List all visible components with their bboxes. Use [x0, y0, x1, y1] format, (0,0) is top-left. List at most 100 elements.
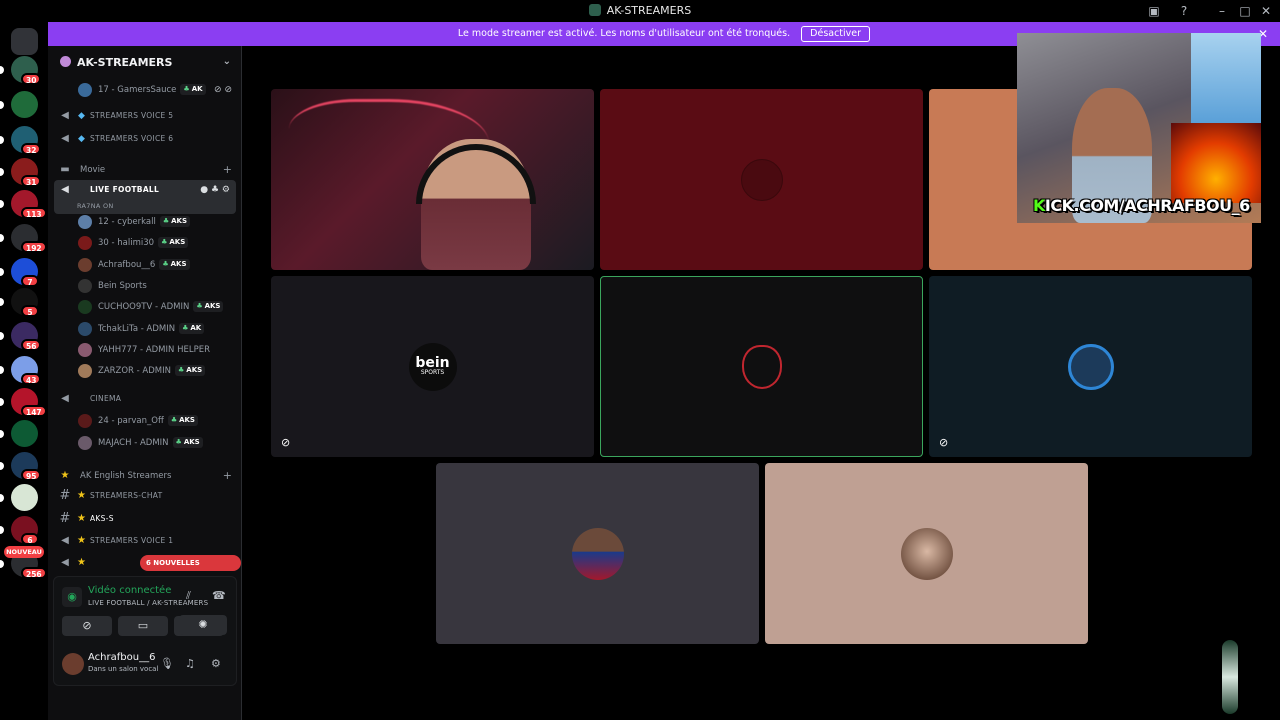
channel-streamers-voice-1[interactable]: ◀ ★ STREAMERS VOICE 1	[48, 531, 242, 551]
channel-aks-s[interactable]: # ★ AKS-S	[48, 509, 242, 529]
video-tile-bein[interactable]: bein SPORTS ⊘	[271, 276, 594, 457]
hash-icon: #	[59, 511, 71, 526]
bein-avatar: bein SPORTS	[408, 342, 457, 391]
server-tag: ♣ AKS	[175, 365, 206, 377]
headset-logo-icon	[1067, 343, 1114, 390]
avatar	[78, 215, 92, 229]
avatar	[78, 364, 92, 379]
unread-indicator	[0, 462, 4, 470]
star-icon: ★	[77, 535, 86, 546]
video-tile-headset-logo[interactable]: ⊘	[929, 276, 1252, 457]
voice-user[interactable]: MAJACH - ADMIN ♣ AKS	[48, 433, 242, 454]
avatar	[78, 414, 92, 428]
screen-share-button[interactable]: ▭	[118, 616, 168, 636]
voice-user[interactable]: ZARZOR - ADMIN ♣ AKS	[48, 361, 242, 382]
app-icon	[588, 4, 601, 16]
server-tag: ♣ AKS	[158, 237, 189, 249]
mute-status-icon: ⊘ ⊘	[214, 85, 232, 95]
unread-indicator	[0, 268, 4, 276]
leaf-icon: ♣	[161, 238, 168, 247]
settings-gear-icon[interactable]: ⚙	[211, 657, 221, 670]
voice-user[interactable]: CUCHOO9TV - ADMIN ♣ AKS	[48, 297, 242, 318]
server-tag: ♣ AKS	[159, 258, 190, 270]
star-icon: ★	[60, 470, 70, 481]
unread-indicator	[0, 560, 4, 568]
poster-decoration	[1191, 33, 1261, 123]
user-name[interactable]: Achrafbou__6	[88, 652, 155, 663]
speaker-icon: ◀	[61, 393, 69, 404]
voice-user[interactable]: 30 - halimi30 ♣ AKS	[48, 233, 242, 254]
mention-badge: 256	[21, 567, 47, 579]
category-movie[interactable]: ▬ Movie +	[48, 160, 242, 180]
inbox-icon[interactable]: ▣	[1146, 3, 1162, 19]
gem-icon: ◆	[78, 111, 85, 121]
mention-badge: 32	[21, 143, 42, 155]
noise-suppression-icon[interactable]: ⫽	[186, 589, 191, 603]
movie-icon: ▬	[60, 164, 70, 175]
devil-logo-icon	[741, 344, 782, 389]
leaf-icon: ♣	[162, 217, 170, 225]
maximize-button[interactable]: □	[1237, 3, 1253, 19]
video-tile-speaking[interactable]	[600, 276, 923, 457]
discord-home-icon[interactable]	[11, 28, 38, 55]
voice-user[interactable]: 24 - parvan_Off ♣ AKS	[48, 411, 242, 432]
kick-channel-label: KICK.COM/ACHRAFBOU_6	[1033, 196, 1250, 215]
camera-off-button[interactable]: ⊘	[62, 616, 112, 636]
user-name: 12 - cyberkall	[98, 217, 156, 227]
video-tile-avatar-football[interactable]	[436, 463, 759, 644]
server-boost-icon	[60, 56, 71, 67]
add-channel-icon[interactable]: +	[223, 466, 232, 486]
banner-text: Le mode streamer est activé. Les noms d'…	[457, 28, 791, 39]
voice-user[interactable]: 12 - cyberkall ♣ AKS	[48, 212, 242, 233]
channel-streamers-chat[interactable]: # ★ STREAMERS-CHAT	[48, 486, 242, 506]
channel-live-football[interactable]: ◀ LIVE FOOTBALL RA7NA ON ● ♣ ⚙	[54, 180, 236, 214]
leaf-icon: ♣	[182, 323, 189, 332]
server-tag: ♣ AKS	[172, 436, 203, 448]
close-window-button[interactable]: ✕	[1258, 3, 1274, 19]
server-icon[interactable]	[11, 420, 38, 447]
avatar	[78, 83, 92, 97]
add-channel-icon[interactable]: +	[223, 160, 232, 180]
help-icon[interactable]: ?	[1176, 3, 1192, 19]
unread-indicator	[0, 101, 4, 109]
user-avatar[interactable]	[62, 653, 84, 675]
mention-badge: 30	[21, 73, 42, 85]
voice-user[interactable]: YAHH777 - ADMIN HELPER	[48, 340, 242, 361]
video-tile-avatar-red[interactable]	[600, 89, 923, 270]
voice-user[interactable]: 17 - GamersSauce ♣ AK ⊘ ⊘	[48, 80, 242, 101]
mention-badge: 5	[21, 305, 39, 317]
voice-user[interactable]: TchakLiTa - ADMIN ♣ AK	[48, 319, 242, 340]
mention-badge: 95	[21, 469, 42, 481]
voice-user[interactable]: Bein Sports	[48, 276, 242, 297]
deactivate-button[interactable]: Désactiver	[801, 26, 871, 42]
unread-indicator	[0, 298, 4, 306]
soundboard-button[interactable]: ✺	[179, 615, 227, 635]
server-icon[interactable]	[11, 91, 38, 118]
voice-status-title[interactable]: Vidéo connectée	[88, 585, 171, 596]
minimize-button[interactable]: –	[1214, 3, 1230, 19]
voice-user[interactable]: Achrafbou__6 ♣ AKS	[48, 255, 242, 276]
fire-poster-decoration	[1171, 123, 1261, 203]
server-header[interactable]: AK-STREAMERS ⌄	[48, 46, 241, 78]
unread-indicator	[0, 366, 4, 374]
video-tile-streamer[interactable]	[271, 89, 594, 270]
speaker-icon: ◀	[61, 133, 69, 144]
disconnect-icon[interactable]: ☎	[212, 589, 226, 602]
speaker-icon: ◀	[61, 110, 69, 121]
mention-badge: 113	[21, 207, 47, 219]
new-mentions-badge[interactable]: 6 NOUVELLES MENTIONS	[140, 555, 241, 583]
headphones-icon[interactable]: ♫	[185, 657, 195, 670]
category-english[interactable]: ★ AK English Streamers +	[48, 466, 242, 486]
channel-streamers-voice-6[interactable]: ◀ ◆ STREAMERS VOICE 6	[48, 129, 242, 149]
microphone-icon[interactable]: 🎙	[160, 657, 174, 670]
server-icon[interactable]	[11, 484, 38, 511]
mention-badge: 147	[21, 405, 47, 417]
channel-streamers-voice-5[interactable]: ◀ ◆ STREAMERS VOICE 5	[48, 106, 242, 126]
channel-actions-icon[interactable]: ● ♣ ⚙	[200, 180, 230, 200]
leaf-icon: ♣	[170, 416, 178, 424]
video-tile-avatar-face[interactable]	[765, 463, 1088, 644]
mention-badge: 56	[21, 339, 42, 351]
channel-cinema[interactable]: ◀ CINEMA	[48, 389, 242, 409]
video-off-icon: ⊘	[939, 436, 949, 449]
title-bar: AK-STREAMERS ▣ ? – □ ✕	[0, 0, 1280, 22]
